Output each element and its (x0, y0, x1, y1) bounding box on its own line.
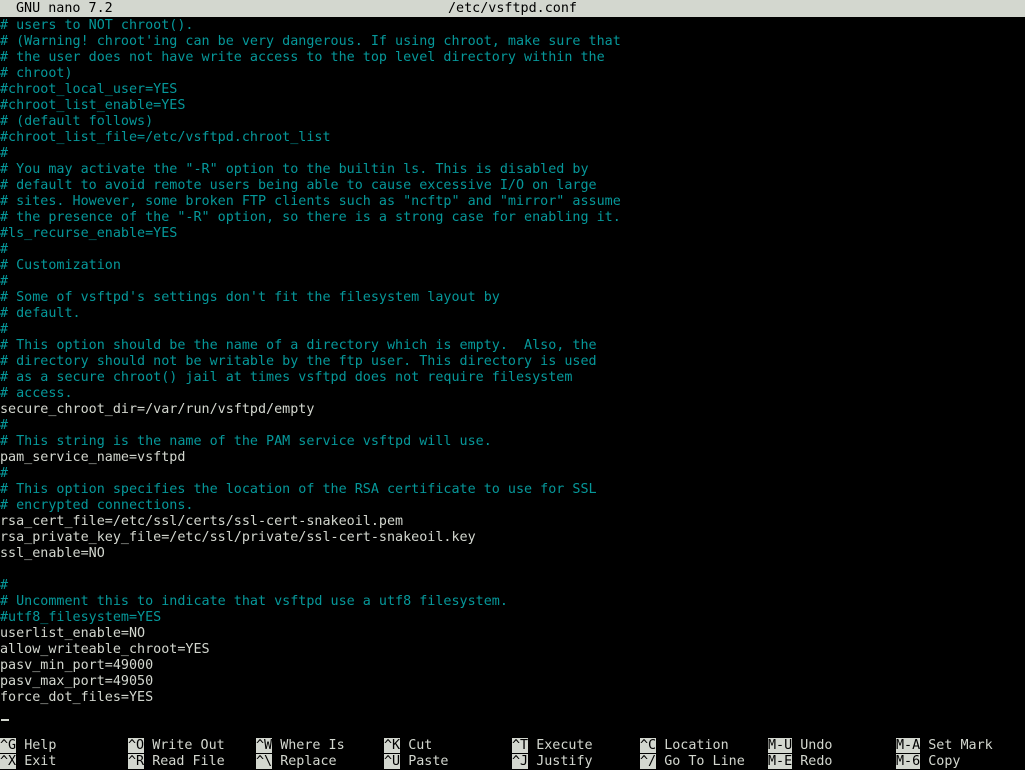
shortcut-key: M-6 (896, 754, 921, 769)
shortcut-set-mark[interactable]: M-A Set Mark (896, 738, 993, 754)
shortcut-undo[interactable]: M-U Undo (768, 738, 833, 754)
shortcut-label: Read File (152, 754, 225, 769)
shortcut-label: Redo (800, 754, 833, 769)
shortcut-bar: ^G Help ^O Write Out ^W Where Is ^K Cut ^T E… (0, 738, 1025, 769)
config-line: rsa_private_key_file=/etc/ssl/private/ss… (0, 530, 476, 545)
shortcut-key: ^R (128, 754, 145, 769)
shortcut-label: Location (664, 738, 729, 753)
config-line: secure_chroot_dir=/var/run/vsftpd/empty (0, 402, 315, 417)
nano-title-bar: GNU nano 7.2 /etc/vsftpd.conf (0, 0, 1025, 17)
shortcut-write-out[interactable]: ^O Write Out (128, 738, 225, 754)
comment-line: # users to NOT chroot(). (0, 18, 194, 33)
shortcut-help[interactable]: ^G Help (0, 738, 56, 754)
shortcut-key: ^/ (640, 754, 657, 769)
file-name: /etc/vsftpd.conf (448, 1, 577, 16)
shortcut-label: Help (24, 738, 57, 753)
shortcut-justify[interactable]: ^J Justify (512, 754, 593, 770)
comment-line: # Customization (0, 258, 121, 273)
comment-line: #ls_recurse_enable=YES (0, 226, 178, 241)
shortcut-go-to-line[interactable]: ^/ Go To Line (640, 754, 745, 770)
shortcut-key: ^O (128, 738, 145, 753)
shortcut-key: M-U (768, 738, 793, 753)
comment-line: # default. (0, 306, 81, 321)
comment-line: # as a secure chroot() jail at times vsf… (0, 370, 573, 385)
shortcut-label: Write Out (152, 738, 225, 753)
shortcut-key: ^G (0, 738, 17, 753)
shortcut-key: ^\ (256, 754, 273, 769)
shortcut-label: Go To Line (664, 754, 745, 769)
shortcut-cut[interactable]: ^K Cut (384, 738, 432, 754)
config-line: force_dot_files=YES (0, 690, 154, 705)
comment-line: # default to avoid remote users being ab… (0, 178, 597, 193)
config-line: pasv_min_port=49000 (0, 658, 154, 673)
shortcut-key: ^T (512, 738, 529, 753)
comment-line: # sites. However, some broken FTP client… (0, 194, 621, 209)
shortcut-label: Execute (536, 738, 593, 753)
comment-line: # (0, 242, 9, 257)
config-line: rsa_cert_file=/etc/ssl/certs/ssl-cert-sn… (0, 514, 404, 529)
shortcut-copy[interactable]: M-6 Copy (896, 754, 961, 770)
shortcut-key: ^K (384, 738, 401, 753)
comment-line: #chroot_list_enable=YES (0, 98, 186, 113)
shortcut-key: M-E (768, 754, 793, 769)
shortcut-redo[interactable]: M-E Redo (768, 754, 833, 770)
shortcut-read-file[interactable]: ^R Read File (128, 754, 225, 770)
comment-line: #chroot_local_user=YES (0, 82, 178, 97)
comment-line: # (0, 578, 9, 593)
shortcut-exit[interactable]: ^X Exit (0, 754, 56, 770)
shortcut-label: Undo (800, 738, 833, 753)
comment-line: # This option should be the name of a di… (0, 338, 597, 353)
shortcut-key: ^C (640, 738, 657, 753)
shortcut-label: Replace (280, 754, 337, 769)
comment-line: # (0, 418, 9, 433)
config-line: ssl_enable=NO (0, 546, 105, 561)
comment-line: # the user does not have write access to… (0, 50, 605, 65)
comment-line: #utf8_filesystem=YES (0, 610, 162, 625)
config-line: pasv_max_port=49050 (0, 674, 154, 689)
comment-line: # (0, 466, 9, 481)
comment-line: # directory should not be writable by th… (0, 354, 597, 369)
comment-line: # the presence of the "-R" option, so th… (0, 210, 621, 225)
shortcut-key: M-A (896, 738, 921, 753)
shortcut-replace[interactable]: ^\ Replace (256, 754, 337, 770)
shortcut-key: ^W (256, 738, 273, 753)
config-line: userlist_enable=NO (0, 626, 146, 641)
comment-line: # access. (0, 386, 73, 401)
comment-line: # (Warning! chroot'ing can be very dange… (0, 34, 621, 49)
shortcut-label: Justify (536, 754, 593, 769)
shortcut-key: ^U (384, 754, 401, 769)
shortcut-where-is[interactable]: ^W Where Is (256, 738, 345, 754)
shortcut-location[interactable]: ^C Location (640, 738, 729, 754)
comment-line: # (0, 322, 9, 337)
shortcut-execute[interactable]: ^T Execute (512, 738, 593, 754)
comment-line: #chroot_list_file=/etc/vsftpd.chroot_lis… (0, 130, 331, 145)
comment-line: # encrypted connections. (0, 498, 194, 513)
shortcut-key: ^J (512, 754, 529, 769)
shortcut-label: Exit (24, 754, 57, 769)
shortcut-label: Copy (928, 754, 961, 769)
comment-line: # (0, 274, 9, 289)
config-line: pam_service_name=vsftpd (0, 450, 186, 465)
shortcut-paste[interactable]: ^U Paste (384, 754, 449, 770)
editor-area[interactable]: # users to NOT chroot(). # (Warning! chro… (0, 17, 1025, 717)
comment-line: # (default follows) (0, 114, 154, 129)
comment-line: # This string is the name of the PAM ser… (0, 434, 492, 449)
comment-line: # This option specifies the location of … (0, 482, 597, 497)
text-cursor (1, 719, 9, 721)
comment-line: # (0, 146, 9, 161)
comment-line: # Some of vsftpd's settings don't fit th… (0, 290, 500, 305)
comment-line: # chroot) (0, 66, 73, 81)
shortcut-label: Set Mark (928, 738, 993, 753)
shortcut-label: Paste (408, 754, 449, 769)
comment-line: # Uncomment this to indicate that vsftpd… (0, 594, 508, 609)
shortcut-label: Where Is (280, 738, 345, 753)
shortcut-key: ^X (0, 754, 17, 769)
comment-line: # You may activate the "-R" option to th… (0, 162, 589, 177)
shortcut-label: Cut (408, 738, 433, 753)
config-line: allow_writeable_chroot=YES (0, 642, 210, 657)
